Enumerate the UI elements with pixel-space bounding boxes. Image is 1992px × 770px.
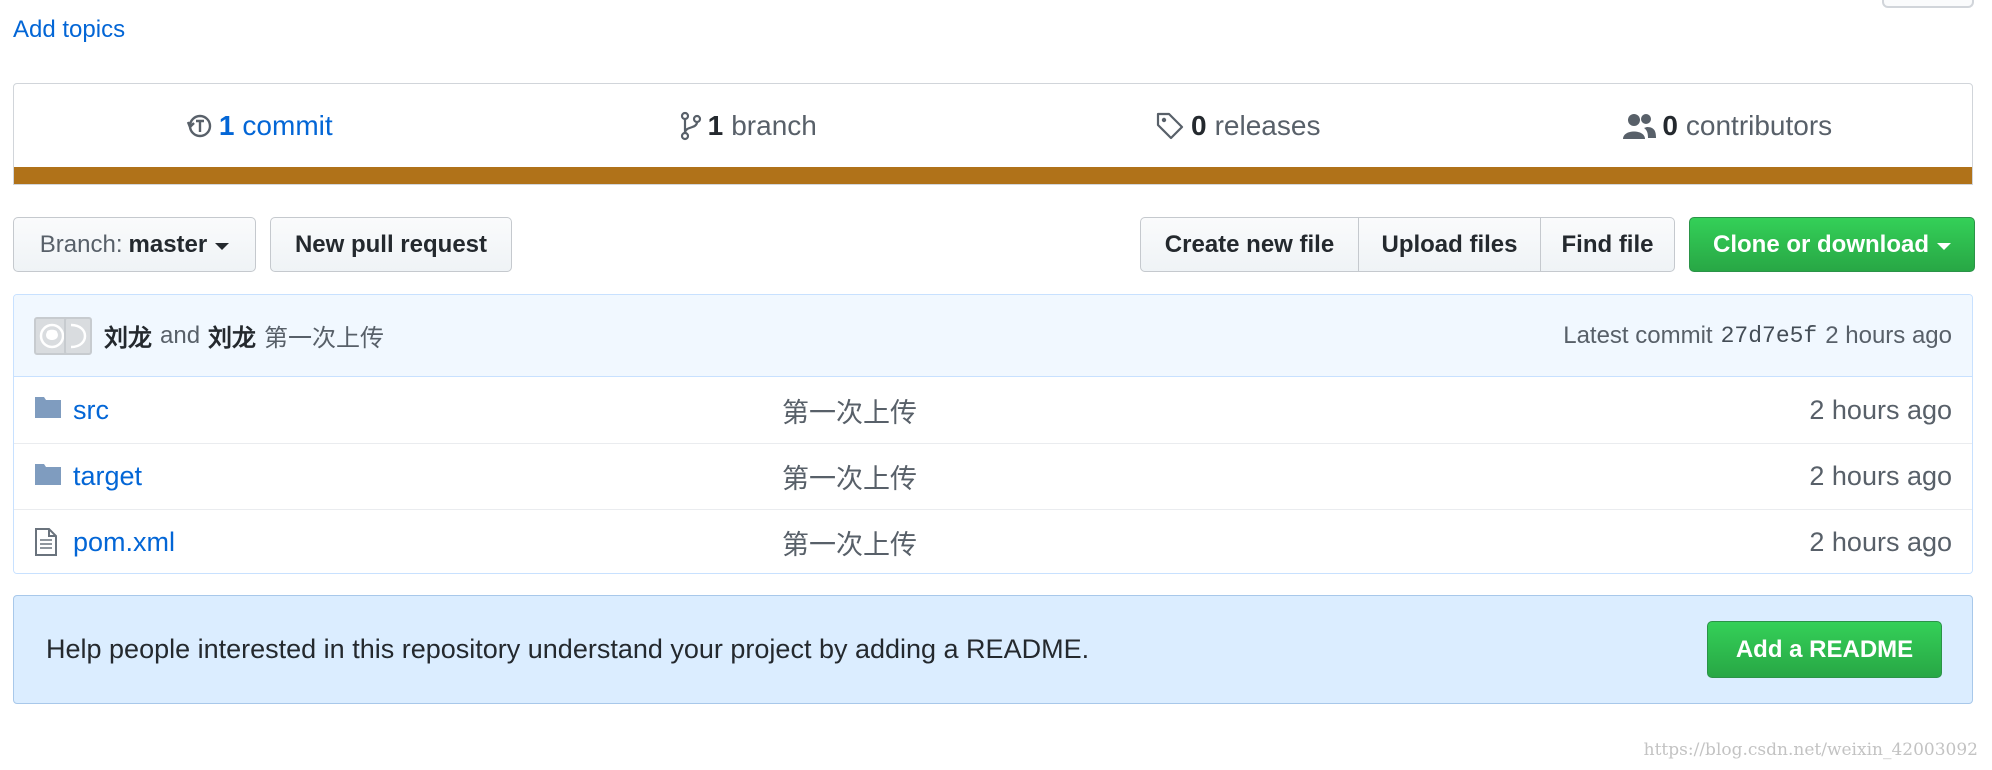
release-count: 0 bbox=[1191, 109, 1207, 141]
table-row: src 第一次上传 2 hours ago bbox=[14, 377, 1972, 443]
table-row: pom.xml 第一次上传 2 hours ago bbox=[14, 509, 1972, 573]
file-commit-message[interactable]: 第一次上传 bbox=[782, 523, 917, 562]
branch-label: branch bbox=[731, 109, 817, 141]
people-icon bbox=[1623, 113, 1657, 139]
chevron-down-icon bbox=[1937, 242, 1951, 250]
upload-files-button[interactable]: Upload files bbox=[1358, 217, 1541, 272]
file-name-link[interactable]: src bbox=[73, 395, 109, 426]
latest-commit-label: Latest commit bbox=[1563, 321, 1713, 349]
release-label: releases bbox=[1214, 109, 1321, 141]
clone-or-download-button[interactable]: Clone or download bbox=[1689, 217, 1975, 272]
commit-count: 1 bbox=[218, 109, 235, 141]
contributors-summary-link[interactable]: 0 contributors bbox=[1483, 84, 1973, 167]
find-file-button[interactable]: Find file bbox=[1540, 217, 1675, 272]
tag-icon bbox=[1156, 112, 1184, 139]
file-icon bbox=[35, 528, 57, 556]
contributor-label: contributors bbox=[1685, 109, 1833, 141]
file-navigation-table: 刘龙 and 刘龙 第一次上传 Latest commit 27d7e5f 2 … bbox=[13, 294, 1973, 574]
chevron-down-icon bbox=[215, 242, 230, 250]
commit-author-1[interactable]: 刘龙 bbox=[104, 318, 152, 353]
branch-name: master bbox=[128, 230, 208, 258]
commits-summary-link[interactable]: 1 commit bbox=[14, 84, 504, 167]
folder-icon bbox=[35, 464, 61, 485]
watermark-text: https://blog.csdn.net/weixin_42003092 bbox=[1643, 740, 1978, 760]
releases-summary-link[interactable]: 0 releases bbox=[993, 84, 1483, 167]
add-readme-button[interactable]: Add a README bbox=[1707, 621, 1942, 678]
commit-message[interactable]: 第一次上传 bbox=[264, 318, 384, 353]
contributor-count: 0 bbox=[1662, 109, 1678, 141]
readme-prompt-text: Help people interested in this repositor… bbox=[46, 634, 1090, 664]
file-commit-message[interactable]: 第一次上传 bbox=[782, 391, 917, 430]
new-pull-request-button[interactable]: New pull request bbox=[270, 217, 512, 272]
add-topics-link[interactable]: Add topics bbox=[13, 16, 125, 44]
file-age: 2 hours ago bbox=[1809, 461, 1952, 491]
github-octocat-icon bbox=[39, 323, 65, 348]
create-new-file-button[interactable]: Create new file bbox=[1140, 217, 1359, 272]
github-octocat-icon bbox=[70, 323, 87, 348]
folder-icon bbox=[35, 397, 61, 418]
history-icon bbox=[186, 114, 212, 137]
file-name-link[interactable]: target bbox=[73, 461, 142, 492]
latest-commit-bar: 刘龙 and 刘龙 第一次上传 Latest commit 27d7e5f 2 … bbox=[14, 295, 1972, 377]
branch-count: 1 bbox=[707, 109, 724, 141]
repository-language-bar[interactable] bbox=[14, 167, 1972, 184]
file-name-link[interactable]: pom.xml bbox=[73, 527, 175, 558]
commit-author-2[interactable]: 刘龙 bbox=[208, 318, 256, 353]
readme-prompt-box: Help people interested in this repositor… bbox=[13, 595, 1973, 704]
repo-numbers-summary: 1 commit 1 branch 0 releases 0 contribut… bbox=[13, 83, 1973, 185]
top-right-button-edge[interactable] bbox=[1882, 0, 1974, 8]
file-age: 2 hours ago bbox=[1809, 394, 1952, 425]
git-branch-icon bbox=[680, 111, 701, 140]
avatar[interactable] bbox=[64, 316, 92, 355]
branch-prefix: Branch: bbox=[39, 230, 123, 258]
clone-or-download-label: Clone or download bbox=[1713, 230, 1929, 258]
branch-select-button[interactable]: Branch: master bbox=[13, 217, 256, 272]
commit-sha[interactable]: 27d7e5f bbox=[1721, 323, 1818, 349]
file-age: 2 hours ago bbox=[1809, 527, 1952, 557]
commit-age: 2 hours ago bbox=[1825, 321, 1952, 349]
commit-and-text: and bbox=[160, 321, 201, 349]
file-list: src 第一次上传 2 hours ago target 第一次上传 2 hou… bbox=[14, 377, 1972, 573]
file-commit-message[interactable]: 第一次上传 bbox=[782, 457, 917, 496]
branches-summary-link[interactable]: 1 branch bbox=[504, 84, 994, 167]
commit-meta: Latest commit 27d7e5f 2 hours ago bbox=[1563, 322, 1952, 350]
table-row: target 第一次上传 2 hours ago bbox=[14, 443, 1972, 509]
author-avatars bbox=[34, 316, 92, 355]
commit-label: commit bbox=[242, 109, 333, 141]
